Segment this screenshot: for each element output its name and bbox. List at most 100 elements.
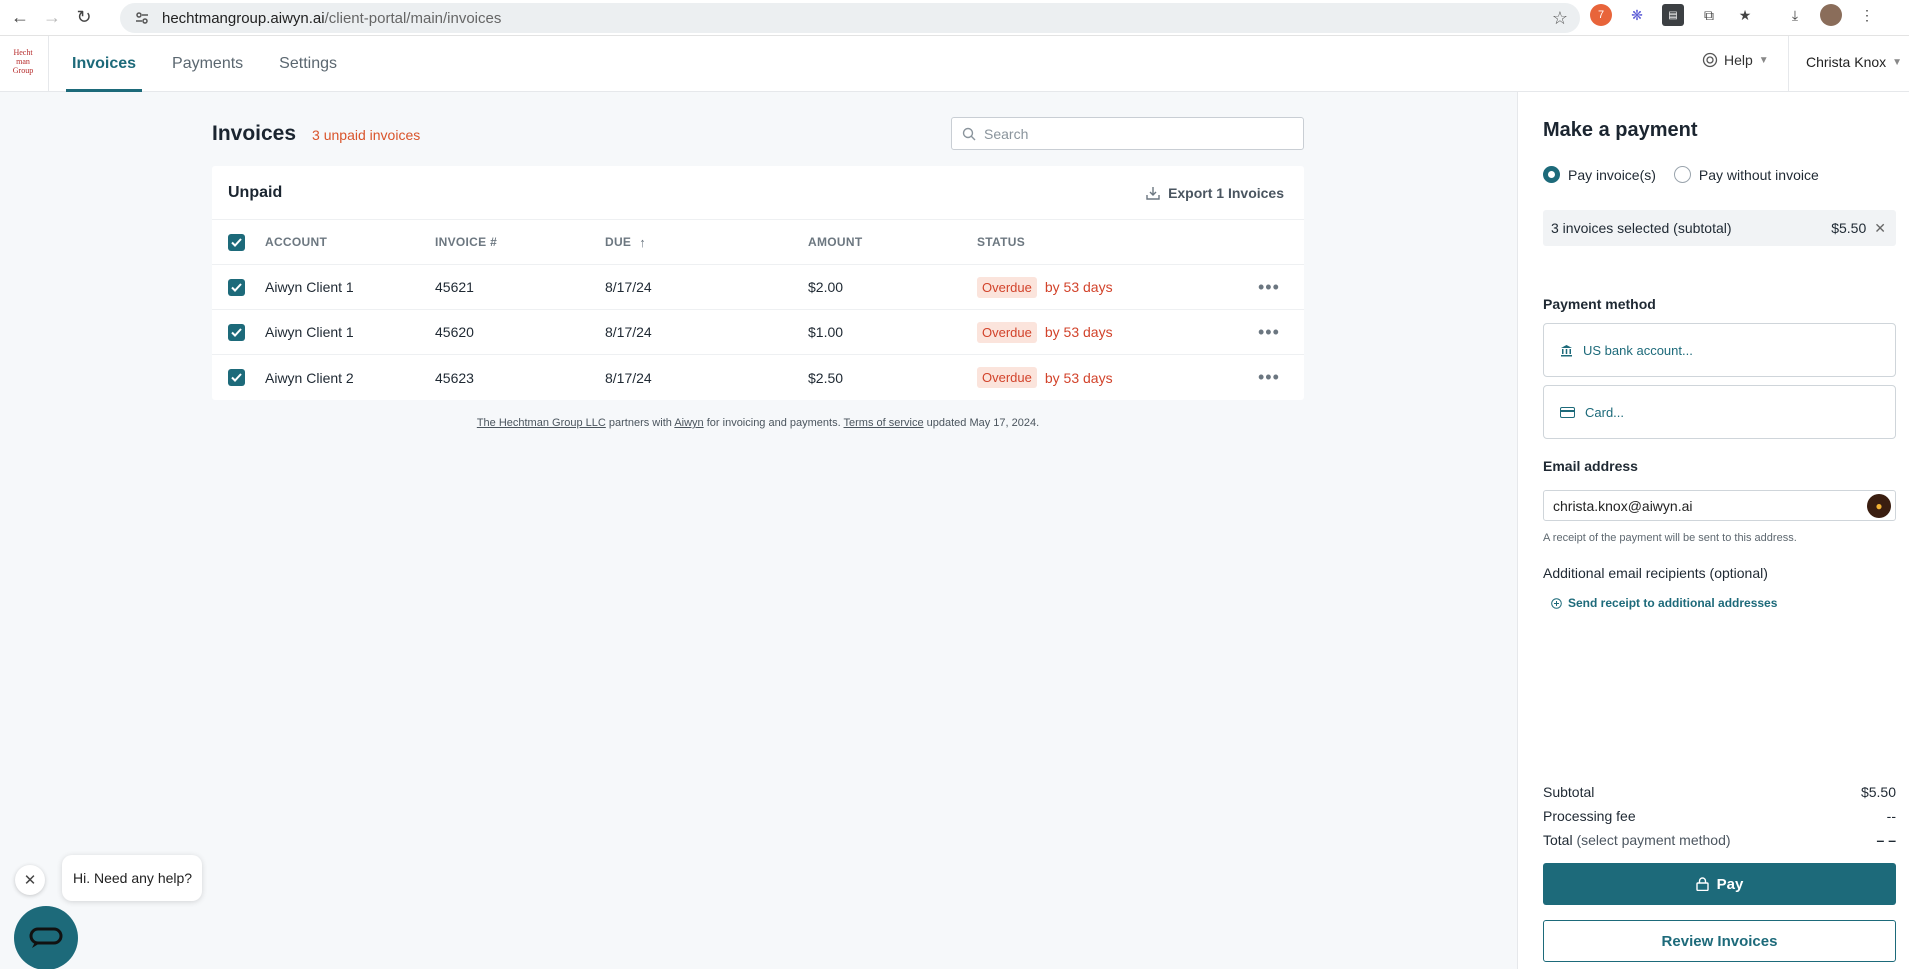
help-label: Help bbox=[1724, 52, 1753, 68]
status-badge: Overdue bbox=[977, 367, 1037, 388]
table-row[interactable]: Aiwyn Client 1 45621 8/17/24 $2.00 Overd… bbox=[212, 265, 1304, 310]
overdue-days: by 53 days bbox=[1044, 324, 1113, 340]
email-field[interactable]: ● bbox=[1543, 490, 1896, 521]
download-icon[interactable]: ⤓ bbox=[1784, 4, 1806, 26]
total-label: Total bbox=[1543, 832, 1573, 848]
user-menu[interactable]: Christa Knox ▼ bbox=[1806, 54, 1902, 70]
table-row[interactable]: Aiwyn Client 1 45620 8/17/24 $1.00 Overd… bbox=[212, 310, 1304, 355]
fee-label: Processing fee bbox=[1543, 808, 1636, 824]
aiwyn-link[interactable]: Aiwyn bbox=[674, 417, 703, 429]
column-header-account[interactable]: ACCOUNT bbox=[265, 220, 327, 264]
status-cell: Overdue by 53 days bbox=[977, 310, 1113, 354]
firm-logo[interactable]: Hecht man Group bbox=[5, 48, 41, 78]
help-icon bbox=[1702, 52, 1718, 68]
chat-greeting-bubble[interactable]: Hi. Need any help? bbox=[62, 855, 202, 901]
extension-icon[interactable]: 7 bbox=[1590, 4, 1612, 26]
email-hint: A receipt of the payment will be sent to… bbox=[1543, 532, 1797, 544]
divider bbox=[1788, 36, 1789, 92]
chat-launcher-button[interactable] bbox=[14, 906, 78, 969]
footer-text: updated May 17, 2024. bbox=[926, 417, 1040, 429]
main-tabs: Invoices Payments Settings bbox=[66, 36, 343, 92]
close-icon[interactable]: ✕ bbox=[1874, 220, 1886, 237]
export-button[interactable]: Export 1 Invoices bbox=[1146, 185, 1284, 201]
payment-method-label: Payment method bbox=[1543, 296, 1656, 312]
radio-unselected[interactable] bbox=[1673, 166, 1691, 183]
bank-account-option[interactable]: US bank account... bbox=[1543, 323, 1896, 377]
email-input[interactable] bbox=[1553, 497, 1853, 514]
invoice-number-cell: 45623 bbox=[435, 369, 474, 386]
search-box[interactable] bbox=[951, 117, 1304, 150]
more-actions-icon[interactable]: ••• bbox=[1258, 322, 1280, 343]
extension-icon[interactable]: ▤ bbox=[1662, 4, 1684, 26]
review-invoices-button[interactable]: Review Invoices bbox=[1543, 920, 1896, 962]
invoice-number-cell: 45621 bbox=[435, 279, 474, 295]
row-checkbox[interactable] bbox=[228, 323, 245, 341]
table-row[interactable]: Aiwyn Client 2 45623 8/17/24 $2.50 Overd… bbox=[212, 355, 1304, 400]
pay-button[interactable]: Pay bbox=[1543, 863, 1896, 905]
extensions-bar: 7 ❋ ▤ ⧉ ★ ⤓ ⋮ bbox=[1590, 4, 1878, 26]
terms-link[interactable]: Terms of service bbox=[844, 417, 924, 429]
bank-label: US bank account... bbox=[1583, 342, 1693, 358]
add-recipients-label: Send receipt to additional addresses bbox=[1568, 596, 1778, 610]
subtotal-row: Subtotal $5.50 bbox=[1543, 780, 1896, 804]
forward-icon[interactable]: → bbox=[38, 4, 66, 32]
overdue-days: by 53 days bbox=[1044, 279, 1113, 295]
bookmarks-icon[interactable]: ★ bbox=[1734, 4, 1756, 26]
firm-link[interactable]: The Hechtman Group LLC bbox=[477, 417, 606, 429]
chat-close-icon[interactable]: ✕ bbox=[15, 865, 45, 895]
total-row: Total (select payment method) – – bbox=[1543, 828, 1896, 852]
page-heading: Invoices 3 unpaid invoices bbox=[212, 122, 420, 146]
help-menu[interactable]: Help ▼ bbox=[1702, 52, 1769, 68]
plus-circle-icon bbox=[1551, 597, 1562, 609]
pay-without-invoice-option[interactable]: Pay without invoice bbox=[1673, 166, 1819, 183]
more-actions-icon[interactable]: ••• bbox=[1258, 367, 1280, 388]
tab-payments[interactable]: Payments bbox=[166, 36, 249, 92]
due-date-cell: 8/17/24 bbox=[605, 279, 652, 295]
puzzle-icon[interactable]: ⧉ bbox=[1698, 4, 1720, 26]
page-title: Invoices bbox=[212, 122, 297, 145]
sort-asc-icon: ↑ bbox=[639, 234, 647, 250]
column-header-invoice[interactable]: INVOICE # bbox=[435, 220, 497, 264]
select-all-checkbox[interactable] bbox=[228, 233, 245, 251]
card-option[interactable]: Card... bbox=[1543, 385, 1896, 439]
selected-invoices-summary: 3 invoices selected (subtotal) $5.50 ✕ bbox=[1543, 210, 1896, 246]
row-checkbox[interactable] bbox=[228, 278, 245, 296]
tab-invoices[interactable]: Invoices bbox=[66, 36, 143, 92]
search-icon bbox=[962, 127, 976, 140]
fee-value: -- bbox=[1886, 808, 1896, 824]
column-header-status[interactable]: STATUS bbox=[977, 220, 1025, 264]
reload-icon[interactable]: ↻ bbox=[70, 4, 98, 32]
fee-row: Processing fee -- bbox=[1543, 804, 1896, 828]
profile-avatar[interactable] bbox=[1820, 4, 1842, 26]
back-icon[interactable]: ← bbox=[6, 4, 34, 32]
subtotal-label: Subtotal bbox=[1543, 784, 1595, 800]
column-header-amount[interactable]: AMOUNT bbox=[808, 220, 862, 264]
menu-dots-icon[interactable]: ⋮ bbox=[1856, 4, 1878, 26]
unpaid-count[interactable]: 3 unpaid invoices bbox=[312, 127, 420, 143]
site-info-icon[interactable] bbox=[134, 10, 150, 26]
due-label: DUE bbox=[605, 235, 632, 249]
invoices-table-card: Unpaid Export 1 Invoices ACCOUNT INVOICE… bbox=[212, 166, 1304, 400]
bookmark-star-icon[interactable]: ☆ bbox=[1552, 8, 1568, 29]
radio-label: Pay invoice(s) bbox=[1568, 166, 1656, 183]
tab-settings[interactable]: Settings bbox=[273, 36, 343, 92]
user-name: Christa Knox bbox=[1806, 54, 1887, 70]
additional-recipients-label: Additional email recipients (optional) bbox=[1543, 565, 1768, 581]
totals-summary: Subtotal $5.50 Processing fee -- Total (se… bbox=[1543, 780, 1896, 852]
extension-icon[interactable]: ❋ bbox=[1626, 4, 1648, 26]
card-label: Card... bbox=[1585, 404, 1625, 420]
password-manager-icon[interactable]: ● bbox=[1867, 494, 1891, 518]
search-input[interactable] bbox=[984, 125, 1284, 142]
row-checkbox[interactable] bbox=[228, 369, 245, 386]
selected-text: 3 invoices selected (subtotal) bbox=[1551, 220, 1732, 236]
add-recipients-link[interactable]: Send receipt to additional addresses bbox=[1551, 596, 1777, 610]
chat-icon bbox=[29, 927, 63, 948]
radio-selected[interactable] bbox=[1543, 166, 1560, 183]
status-badge: Overdue bbox=[977, 321, 1037, 343]
pay-invoices-option[interactable]: Pay invoice(s) bbox=[1543, 166, 1656, 183]
more-actions-icon[interactable]: ••• bbox=[1258, 277, 1280, 298]
section-title: Unpaid bbox=[228, 183, 283, 201]
address-bar[interactable]: hechtmangroup.aiwyn.ai/client-portal/mai… bbox=[120, 3, 1580, 33]
column-header-due[interactable]: DUE ↑ bbox=[605, 220, 646, 264]
amount-cell: $2.50 bbox=[808, 369, 844, 386]
